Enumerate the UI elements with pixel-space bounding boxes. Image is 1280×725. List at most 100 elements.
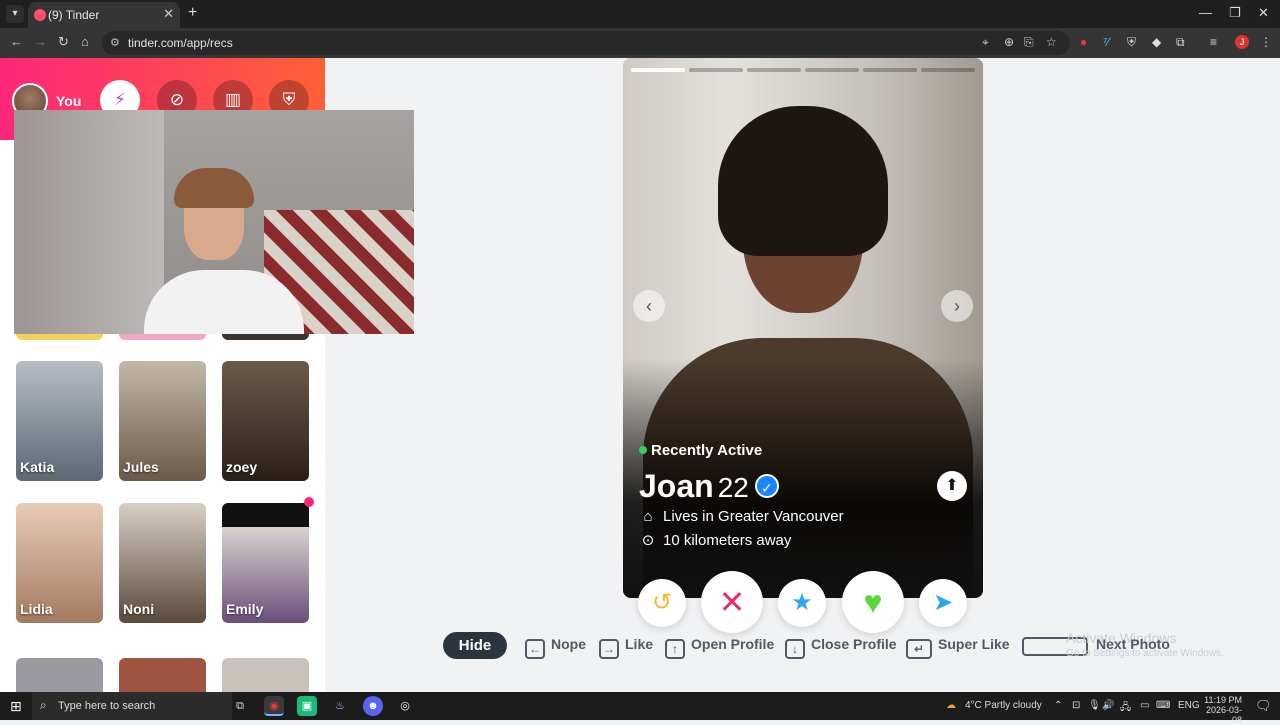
- match-card-noni[interactable]: Noni: [119, 503, 206, 623]
- address-bar[interactable]: ⚙ tinder.com/app/recs ⌖ ⊕ ⎘ ☆: [102, 31, 1070, 55]
- tab-search-button[interactable]: ▾: [6, 5, 24, 23]
- left-arrow-key-icon: ←: [525, 639, 545, 659]
- shortcut-next-photo-label: Next Photo: [1096, 636, 1170, 652]
- extensions-puzzle-icon[interactable]: ⧉: [1176, 35, 1185, 50]
- windows-taskbar: ⊞ ⌕ Type here to search ⧉ ◉ ▣ ♨ ☻ ◎ ☁ 4°…: [0, 692, 1280, 725]
- shortcut-like: → Like: [599, 636, 653, 659]
- like-button[interactable]: ♥: [842, 571, 904, 633]
- shortcut-open-profile-label: Open Profile: [691, 636, 775, 652]
- match-card-katia[interactable]: Katia: [16, 361, 103, 481]
- extension-shield-icon[interactable]: ●: [1080, 35, 1087, 49]
- hide-shortcuts-button[interactable]: Hide: [443, 632, 507, 659]
- search-placeholder: Type here to search: [58, 700, 156, 712]
- activity-status: Recently Active: [639, 442, 762, 459]
- match-card[interactable]: [119, 658, 206, 692]
- microphone-icon[interactable]: 🎙: [1088, 700, 1101, 711]
- shortcut-next-photo: Next Photo: [1096, 636, 1170, 658]
- rewind-icon: ↺: [651, 589, 673, 616]
- obs-app-icon[interactable]: ◎: [395, 696, 415, 716]
- profile-location: ⌂ Lives in Greater Vancouver: [639, 508, 844, 525]
- new-tab-button[interactable]: +: [188, 4, 197, 22]
- webcam-overlay: [14, 110, 414, 334]
- profile-card[interactable]: ‹ › Recently Active Joan 22 ✓ ⬆ ⌂ Lives in …: [623, 58, 983, 598]
- enter-key-icon: ↵: [906, 639, 932, 659]
- tray-chevron-icon[interactable]: ⌃: [1054, 700, 1062, 711]
- photo-progress-segment: [921, 68, 975, 72]
- extension-adblock-icon[interactable]: ⛨: [1127, 35, 1136, 50]
- lives-in-text: Lives in Greater Vancouver: [663, 508, 844, 525]
- tab-title: (9) Tinder: [48, 8, 100, 22]
- active-dot-icon: [639, 446, 647, 454]
- match-name: Noni: [123, 601, 155, 617]
- shortcut-nope-label: Nope: [551, 636, 586, 652]
- boost-send-button[interactable]: ➤: [919, 579, 967, 627]
- match-card-emily[interactable]: Emily: [222, 503, 309, 623]
- photo-progress-segment: [689, 68, 743, 72]
- next-photo-icon[interactable]: ›: [941, 290, 973, 322]
- install-app-icon[interactable]: ⎘: [1024, 35, 1034, 50]
- close-window-icon[interactable]: ✕: [1258, 5, 1269, 21]
- match-card-lidia[interactable]: Lidia: [16, 503, 103, 623]
- close-tab-icon[interactable]: ✕: [163, 6, 174, 22]
- discord-app-icon[interactable]: ☻: [363, 696, 383, 716]
- home-icon[interactable]: ⌂: [81, 34, 89, 49]
- verified-badge-icon: ✓: [754, 474, 779, 498]
- language-indicator[interactable]: ENG: [1178, 700, 1200, 711]
- notifications-icon[interactable]: 🗨: [1255, 698, 1272, 714]
- clock-date: 2026-03-08: [1205, 705, 1242, 725]
- profile-age: 22: [717, 472, 749, 503]
- chrome-app-icon[interactable]: ◉: [264, 696, 284, 716]
- home-icon: ⌂: [643, 508, 653, 525]
- super-like-button[interactable]: ★: [778, 579, 826, 627]
- prev-photo-icon[interactable]: ‹: [633, 290, 665, 322]
- browser-toolbar: ← → ↻ ⌂ ⚙ tinder.com/app/recs ⌖ ⊕ ⎘ ☆ ● …: [0, 28, 1280, 58]
- shortcut-close-profile: ↓ Close Profile: [785, 636, 897, 659]
- shortcut-super-like: ↵ Super Like: [906, 636, 1010, 659]
- taskbar-search[interactable]: ⌕ Type here to search: [32, 692, 232, 720]
- battery-icon[interactable]: ▭: [1140, 700, 1149, 711]
- tray-app-icon[interactable]: ⊡: [1072, 700, 1080, 711]
- back-icon[interactable]: ←: [10, 34, 23, 49]
- bookmark-star-icon[interactable]: ☆: [1046, 35, 1057, 49]
- down-arrow-key-icon: ↓: [785, 639, 805, 659]
- nope-button[interactable]: ✕: [701, 571, 763, 633]
- weather-text[interactable]: 4°C Partly cloudy: [965, 700, 1042, 711]
- zoom-icon[interactable]: ⊕: [1004, 35, 1014, 49]
- windows-start-icon[interactable]: ⊞: [10, 698, 22, 715]
- volume-icon[interactable]: 🔊: [1102, 700, 1114, 711]
- match-card-zoey[interactable]: zoey: [222, 361, 309, 481]
- reload-icon[interactable]: ↻: [58, 34, 69, 50]
- profile-distance: ⊙ 10 kilometers away: [639, 531, 792, 549]
- open-profile-arrow-icon[interactable]: ⬆: [937, 471, 967, 501]
- browser-profile-avatar[interactable]: J: [1235, 35, 1249, 49]
- profile-photo-hair: [718, 106, 888, 256]
- photo-progress-segment: [805, 68, 859, 72]
- clock[interactable]: 11:19 PM 2026-03-08: [1200, 695, 1242, 725]
- rewind-button[interactable]: ↺: [638, 579, 686, 627]
- steam-app-icon[interactable]: ♨: [330, 696, 350, 716]
- match-card[interactable]: [16, 658, 103, 692]
- url-text: tinder.com/app/recs: [128, 36, 233, 50]
- profile-label[interactable]: You: [56, 93, 81, 109]
- network-icon[interactable]: 🖧: [1120, 700, 1131, 717]
- search-icon: ⌕: [40, 698, 47, 712]
- browser-tab-tinder[interactable]: (9) Tinder ✕: [28, 2, 180, 28]
- minimize-icon[interactable]: —: [1199, 5, 1212, 20]
- match-card-jules[interactable]: Jules: [119, 361, 206, 481]
- extension-diamond-icon[interactable]: ◆: [1152, 35, 1161, 49]
- match-card[interactable]: [222, 658, 309, 692]
- photo-progress-segment: [631, 68, 685, 72]
- extension-translate-icon[interactable]: ⁷⁄: [1103, 35, 1109, 49]
- new-match-dot: [304, 497, 314, 507]
- task-view-icon[interactable]: ⧉: [230, 696, 250, 716]
- restore-icon[interactable]: ❐: [1229, 5, 1241, 21]
- menu-kebab-icon[interactable]: ⋮: [1260, 35, 1272, 49]
- star-icon: ★: [791, 589, 813, 616]
- site-info-icon[interactable]: ⚙: [110, 36, 120, 49]
- profile-name-line: Joan 22 ✓: [639, 468, 779, 505]
- forward-icon[interactable]: →: [34, 34, 47, 49]
- tab-search-icon[interactable]: ≡: [1210, 35, 1217, 49]
- app-green-icon[interactable]: ▣: [297, 696, 317, 716]
- keyboard-icon[interactable]: ⌨: [1156, 700, 1170, 711]
- location-icon[interactable]: ⌖: [982, 35, 989, 50]
